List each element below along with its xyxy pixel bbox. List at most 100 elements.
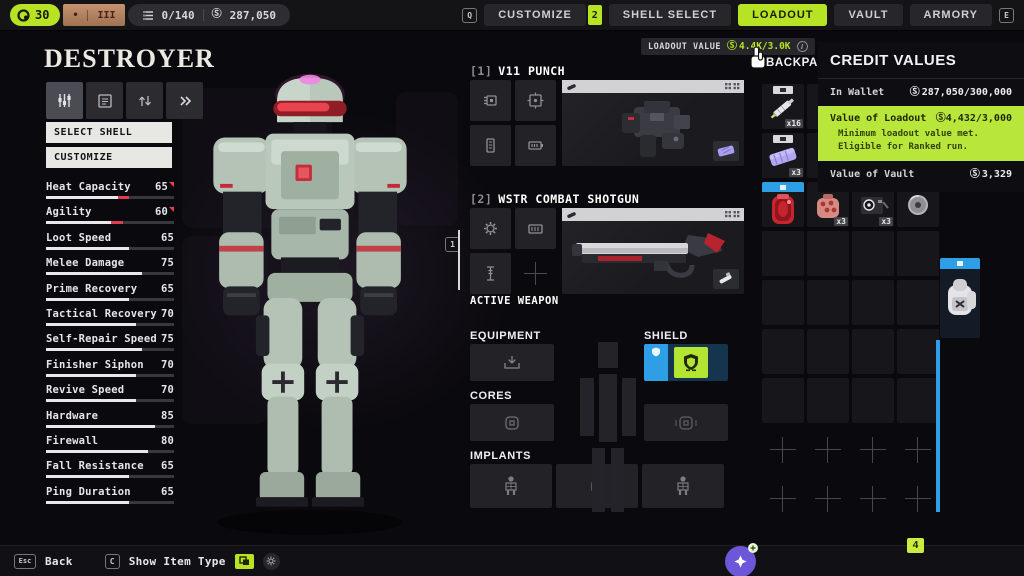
loadout-value: 4,432/3,000	[946, 113, 1012, 124]
credit-values-title: CREDIT VALUES	[818, 42, 1024, 79]
community-hub-button[interactable]	[725, 546, 756, 576]
layers-icon	[239, 556, 250, 566]
attachment-slot-empty[interactable]	[515, 253, 556, 294]
magazine-horizontal-icon	[526, 219, 545, 238]
bullet-icon	[566, 82, 578, 92]
backpack-locked-rows	[762, 428, 942, 522]
loadout-value-chip-label: LOADOUT VALUE	[648, 42, 721, 52]
locked-slot-cross	[852, 477, 894, 522]
backpack-cell[interactable]	[762, 231, 804, 276]
core-slot-left[interactable]	[470, 404, 554, 441]
backpack-cell[interactable]	[897, 280, 939, 325]
emblem-icon	[733, 554, 748, 569]
missions-icon	[142, 10, 154, 21]
weapon1-index: [1]	[470, 64, 492, 78]
stat-bar	[46, 298, 174, 301]
backpack-scrollbar[interactable]	[936, 340, 940, 512]
mech-viewport[interactable]	[165, 54, 455, 542]
backpack-cell[interactable]	[897, 231, 939, 276]
mech-destroyer	[165, 54, 455, 542]
backpack-item-stim-syringe[interactable]: x16	[762, 84, 804, 129]
show-item-type-toggle[interactable]: Show Item Type	[129, 555, 226, 568]
stat-row: Fall Resistance65	[46, 460, 174, 485]
attachment-slot-battery[interactable]	[515, 125, 556, 166]
top-bar: 30 • III 0/140 Ⓢ 287,050 Q CUSTOMIZE	[0, 0, 1024, 31]
stats-view-button[interactable]	[46, 82, 83, 119]
backpack-cell[interactable]	[807, 231, 849, 276]
shield-slot-header	[644, 344, 668, 381]
stat-row: Prime Recovery65	[46, 283, 174, 308]
player-level-pill[interactable]: 30	[10, 4, 60, 26]
shield-mini-icon	[644, 346, 668, 358]
stat-row: Firewall80	[46, 435, 174, 460]
tab-vault[interactable]: VAULT	[834, 4, 902, 26]
attachment-slot-receiver[interactable]	[470, 208, 511, 249]
panel-icon	[96, 92, 114, 110]
item-type-state-badge[interactable]	[235, 554, 254, 569]
backpack-item-backpack-pack[interactable]	[940, 258, 980, 338]
shield-slot[interactable]	[644, 344, 728, 381]
core-slot-right[interactable]	[644, 404, 728, 441]
backpack-cell[interactable]	[852, 231, 894, 276]
select-shell-button[interactable]: SELECT SHELL	[46, 122, 172, 143]
attachment-slot-sight[interactable]	[515, 80, 556, 121]
weapon2-ammo-chip	[713, 269, 739, 289]
stat-row: Self-Repair Speed75	[46, 333, 174, 358]
backpack-cell[interactable]	[807, 280, 849, 325]
empty-plus-icon	[523, 261, 548, 286]
muzzle-chip-icon	[481, 91, 500, 110]
tab-armory[interactable]: ARMORY	[910, 4, 992, 26]
tab-customize[interactable]: CUSTOMIZE	[484, 4, 586, 26]
backpack-cell[interactable]	[852, 378, 894, 423]
shell-info-button[interactable]	[86, 82, 123, 119]
backpack-cell[interactable]	[807, 378, 849, 423]
attachment-slot-muzzle[interactable]	[470, 80, 511, 121]
backpack-cell[interactable]	[762, 378, 804, 423]
backpack-cell[interactable]	[852, 329, 894, 374]
customize-shell-button[interactable]: CUSTOMIZE	[46, 147, 172, 168]
stat-row: Ping Duration65	[46, 486, 174, 511]
implant-slot-3[interactable]	[642, 464, 724, 508]
backpack-cell[interactable]	[897, 378, 939, 423]
attachment-slot-mag-horizontal[interactable]	[515, 208, 556, 249]
backpack-cell[interactable]	[762, 280, 804, 325]
weapon2-rarity-strip	[562, 208, 744, 221]
item-type-settings-button[interactable]	[263, 553, 280, 570]
item-count: x3	[879, 217, 893, 226]
backpack-item-red-canister[interactable]	[762, 182, 804, 227]
backpack-cell[interactable]	[897, 329, 939, 374]
tab-loadout[interactable]: LOADOUT	[738, 4, 827, 26]
locked-slot-cross	[852, 428, 894, 473]
battery-icon	[526, 136, 545, 155]
locked-slot-cross	[897, 477, 939, 522]
tab-shell-select[interactable]: SHELL SELECT	[609, 4, 731, 26]
implant-slot-1[interactable]	[470, 464, 552, 508]
weapon2-preview[interactable]	[562, 208, 744, 294]
back-button[interactable]: Back	[45, 555, 73, 568]
weapon1-preview[interactable]	[562, 80, 744, 166]
info-icon[interactable]: i	[797, 41, 808, 52]
rank-indicator[interactable]: • III	[63, 4, 124, 26]
backpack-cell[interactable]	[807, 329, 849, 374]
implant-person-icon	[674, 475, 692, 497]
backpack-pack-icon	[940, 271, 980, 331]
equipment-slot[interactable]	[470, 344, 554, 381]
attachment-slot-stock[interactable]	[470, 253, 511, 294]
bullet-icon	[566, 210, 578, 220]
stat-bar	[46, 247, 174, 250]
stat-label: Ping Duration	[46, 486, 131, 499]
stock-icon	[481, 264, 500, 283]
stat-row: Heat Capacity65	[46, 181, 174, 206]
active-weapon-tag: ACTIVE WEAPON	[470, 295, 559, 307]
backpack-cell[interactable]	[762, 329, 804, 374]
grid-dots-icon	[724, 82, 740, 91]
backpack-cell[interactable]	[852, 280, 894, 325]
stat-row: Revive Speed70	[46, 384, 174, 409]
backpack-item-purple-module[interactable]: x3	[762, 133, 804, 178]
compare-button[interactable]	[126, 82, 163, 119]
core-icon	[502, 413, 522, 433]
attachment-slot-magazine[interactable]	[470, 125, 511, 166]
resources-pill[interactable]: 0/140 Ⓢ 287,050	[128, 4, 290, 26]
stat-bar	[46, 323, 174, 326]
credit-icon: Ⓢ	[727, 42, 737, 52]
